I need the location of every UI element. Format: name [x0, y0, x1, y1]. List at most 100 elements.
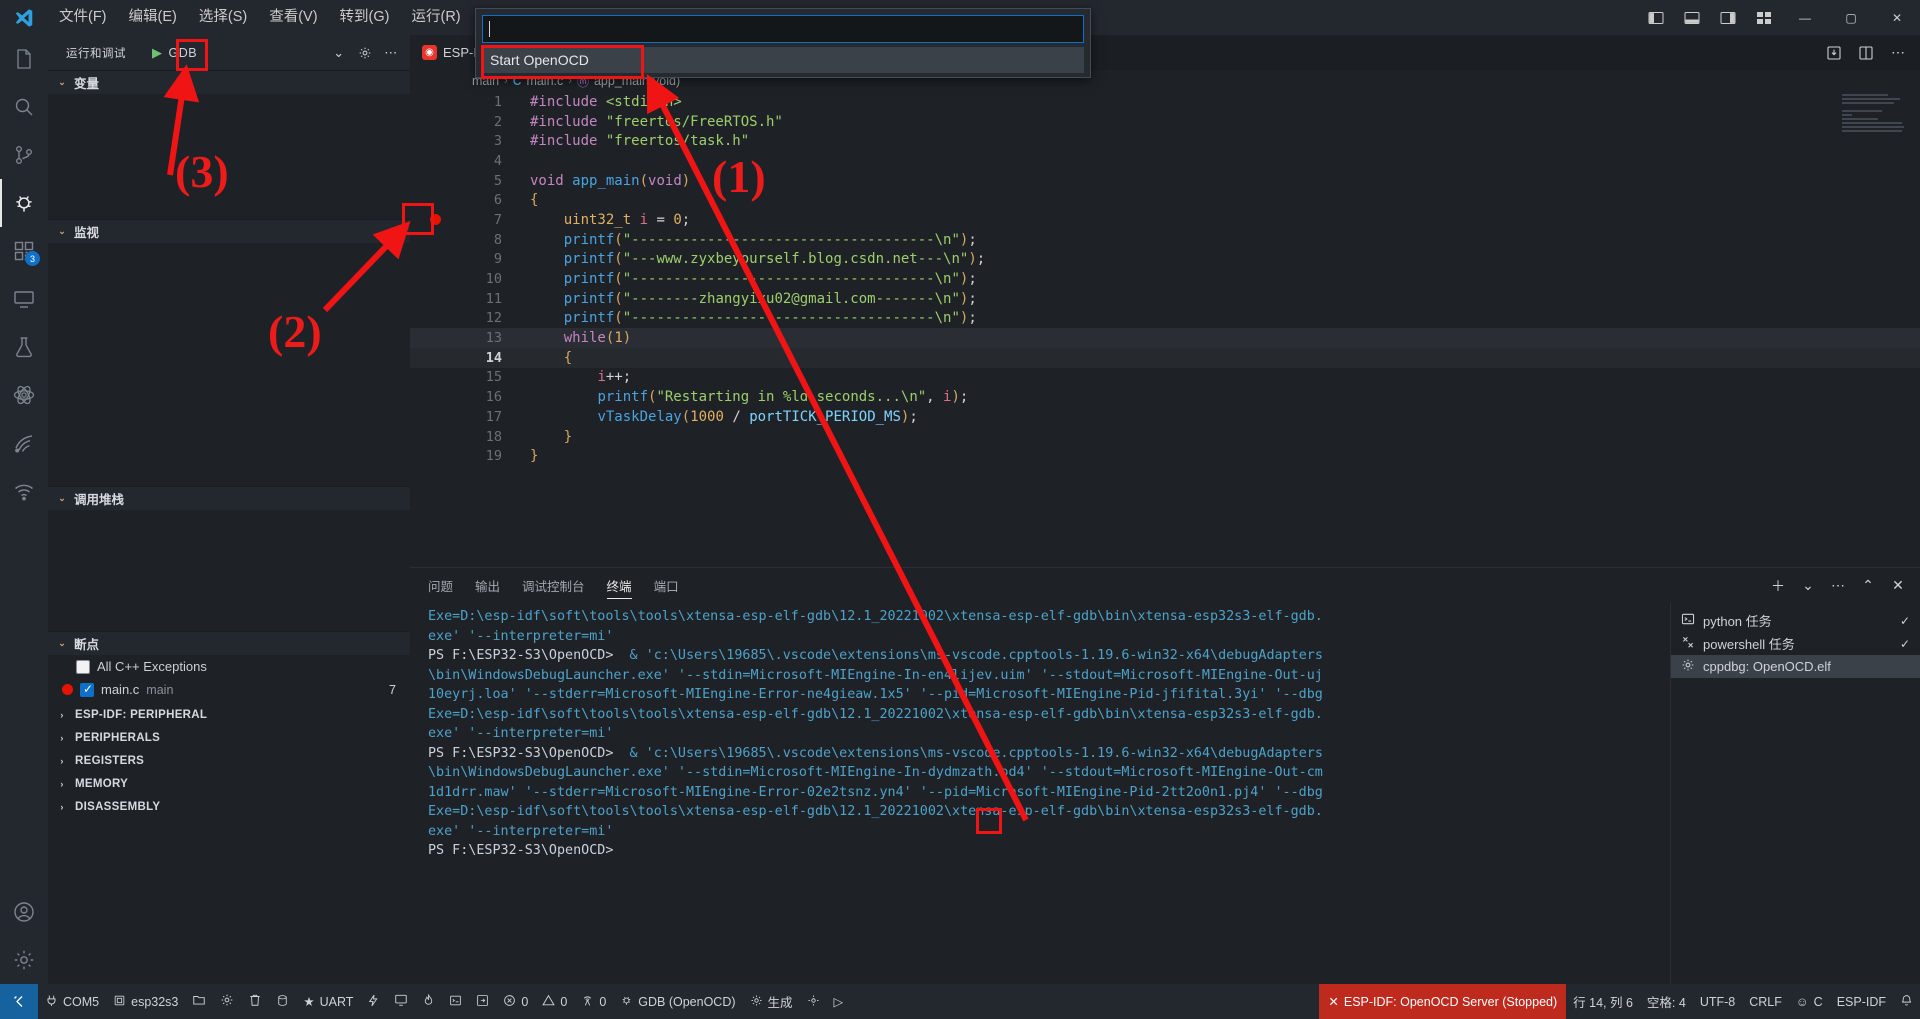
minimap[interactable] — [1842, 94, 1904, 154]
menu-view[interactable]: 查看(V) — [258, 0, 328, 35]
code-line[interactable]: 18 } — [410, 427, 1920, 447]
layout-sidebar-left-icon[interactable] — [1638, 0, 1674, 35]
split-download-icon[interactable] — [1820, 39, 1848, 67]
menu-file[interactable]: 文件(F) — [48, 0, 118, 35]
sidebar-item-registers[interactable]: › REGISTERS — [48, 749, 410, 772]
code-text[interactable]: while(1) — [502, 330, 631, 346]
activity-item-search[interactable] — [0, 83, 48, 131]
code-text[interactable]: { — [502, 192, 538, 208]
chevron-up-icon[interactable]: ⌃ — [1856, 574, 1880, 598]
code-text[interactable]: #include "freertos/task.h" — [502, 133, 749, 149]
status-item-language-mode[interactable]: ☺ C — [1789, 984, 1830, 1019]
status-item-encoding[interactable]: UTF-8 — [1693, 984, 1742, 1019]
code-text[interactable]: vTaskDelay(1000 / portTICK_PERIOD_MS); — [502, 409, 917, 425]
code-text[interactable]: uint32_t i = 0; — [502, 212, 690, 228]
status-item-export[interactable] — [469, 984, 496, 1019]
status-item-debug-config[interactable]: GDB (OpenOCD) — [613, 984, 742, 1019]
code-line[interactable]: 10 printf("-----------------------------… — [410, 269, 1920, 289]
gear-icon[interactable] — [0, 936, 48, 984]
code-line[interactable]: 17 vTaskDelay(1000 / portTICK_PERIOD_MS)… — [410, 407, 1920, 427]
checkbox[interactable] — [76, 659, 90, 674]
code-line[interactable]: 4 — [410, 151, 1920, 171]
quick-pick-input[interactable] — [482, 15, 1084, 43]
chevron-down-icon[interactable]: ⌄ — [1796, 574, 1820, 598]
activity-item-espressif[interactable] — [0, 419, 48, 467]
status-item-notifications[interactable] — [1893, 984, 1920, 1019]
activity-item-testing[interactable] — [0, 323, 48, 371]
checkbox[interactable] — [80, 682, 94, 697]
callstack-body[interactable] — [48, 510, 410, 631]
status-item-com-port[interactable]: COM5 — [38, 984, 106, 1019]
accounts-icon[interactable] — [0, 888, 48, 936]
code-text[interactable]: } — [502, 429, 572, 445]
status-item-cursor-position[interactable]: 行 14, 列 6 — [1566, 984, 1640, 1019]
gear-icon[interactable] — [354, 42, 376, 64]
menu-selection[interactable]: 选择(S) — [188, 0, 258, 35]
window-close-button[interactable]: ✕ — [1874, 0, 1920, 35]
code-text[interactable]: #include <stdio.h> — [502, 94, 682, 110]
code-line[interactable]: 6{ — [410, 190, 1920, 210]
status-item-build[interactable]: 生成 — [743, 984, 800, 1019]
activity-item-explorer[interactable] — [0, 35, 48, 83]
code-line[interactable]: 12 printf("-----------------------------… — [410, 309, 1920, 329]
task-row[interactable]: python 任务 ✓ — [1671, 609, 1920, 632]
code-line[interactable]: 15 i++; — [410, 368, 1920, 388]
code-text[interactable]: } — [502, 448, 538, 464]
status-item-warnings[interactable]: 0 — [535, 984, 574, 1019]
activity-item-source-control[interactable] — [0, 131, 48, 179]
status-item-monitor[interactable] — [387, 984, 415, 1019]
activity-item-remote-explorer[interactable] — [0, 275, 48, 323]
panel-tab-ports[interactable]: 端口 — [654, 568, 679, 603]
panel-tab-terminal[interactable]: 终端 — [606, 568, 632, 603]
code-line[interactable]: 13 while(1) — [410, 328, 1920, 348]
status-item-settings[interactable] — [800, 984, 827, 1019]
code-line[interactable]: 8 printf("------------------------------… — [410, 230, 1920, 250]
status-item-folder[interactable] — [185, 984, 213, 1019]
status-item-errors[interactable]: 0 — [496, 984, 535, 1019]
code-text[interactable]: i++; — [502, 369, 631, 385]
sidebar-item-disassembly[interactable]: › DISASSEMBLY — [48, 795, 410, 818]
status-item-flash[interactable] — [360, 984, 387, 1019]
split-editor-icon[interactable] — [1852, 39, 1880, 67]
status-item-run[interactable]: ▷ — [827, 984, 851, 1019]
code-line[interactable]: 7 uint32_t i = 0; — [410, 210, 1920, 230]
status-item-target-chip[interactable]: esp32s3 — [106, 984, 185, 1019]
status-item-build-flash-monitor[interactable] — [415, 984, 442, 1019]
code-line[interactable]: 11 printf("--------zhangyixu02@gmail.com… — [410, 289, 1920, 309]
terminal-output[interactable]: Exe=D:\esp-idf\soft\tools\tools\xtensa-e… — [410, 603, 1668, 985]
code-line[interactable]: 9 printf("---www.zyxbeyourself.blog.csdn… — [410, 250, 1920, 270]
chevron-down-icon[interactable]: ⌄ — [328, 42, 350, 64]
ellipsis-icon[interactable]: ⋯ — [1826, 574, 1850, 598]
section-header-callstack[interactable]: ⌄ 调用堆栈 — [48, 486, 410, 510]
task-row[interactable]: powershell 任务 ✓ — [1671, 632, 1920, 655]
section-header-watch[interactable]: ⌄ 监视 — [48, 219, 410, 243]
breakpoint-row-exceptions[interactable]: All C++ Exceptions — [48, 655, 410, 678]
panel-tab-problems[interactable]: 问题 — [428, 568, 453, 603]
code-text[interactable]: { — [502, 350, 572, 366]
status-item-radio-tower[interactable]: 0 — [574, 984, 613, 1019]
code-line[interactable]: 1 #include <stdio.h> — [410, 92, 1920, 112]
remote-indicator-icon[interactable] — [0, 984, 38, 1019]
sidebar-item-peripherals[interactable]: › PERIPHERALS — [48, 726, 410, 749]
status-item-indentation[interactable]: 空格: 4 — [1640, 984, 1693, 1019]
status-item-esp-idf[interactable]: ESP-IDF — [1830, 984, 1893, 1019]
ellipsis-icon[interactable]: ⋯ — [380, 42, 402, 64]
watch-body[interactable] — [48, 243, 410, 486]
window-maximize-button[interactable]: ▢ — [1828, 0, 1874, 35]
layout-grid-icon[interactable] — [1746, 0, 1782, 35]
menu-go[interactable]: 转到(G) — [329, 0, 401, 35]
task-row-selected[interactable]: cppdbg: OpenOCD.elf — [1671, 655, 1920, 678]
status-item-eol[interactable]: CRLF — [1742, 984, 1789, 1019]
status-item-terminal[interactable] — [442, 984, 469, 1019]
menu-run[interactable]: 运行(R) — [400, 0, 471, 35]
code-text[interactable]: #include "freertos/FreeRTOS.h" — [502, 114, 783, 130]
code-line[interactable]: 14 { — [410, 347, 1920, 368]
add-terminal-icon[interactable]: ＋ — [1766, 574, 1790, 598]
status-item-uart[interactable]: ★ UART — [296, 984, 360, 1019]
close-icon[interactable]: ✕ — [1886, 574, 1910, 598]
status-item-menuconfig[interactable] — [213, 984, 241, 1019]
window-minimize-button[interactable]: — — [1782, 0, 1828, 35]
code-line[interactable]: 16 printf("Restarting in %ld seconds...\… — [410, 387, 1920, 407]
code-editor[interactable]: 1 #include <stdio.h> 2 #include "freertos/F… — [410, 92, 1920, 557]
code-line[interactable]: 2 #include "freertos/FreeRTOS.h" — [410, 112, 1920, 132]
